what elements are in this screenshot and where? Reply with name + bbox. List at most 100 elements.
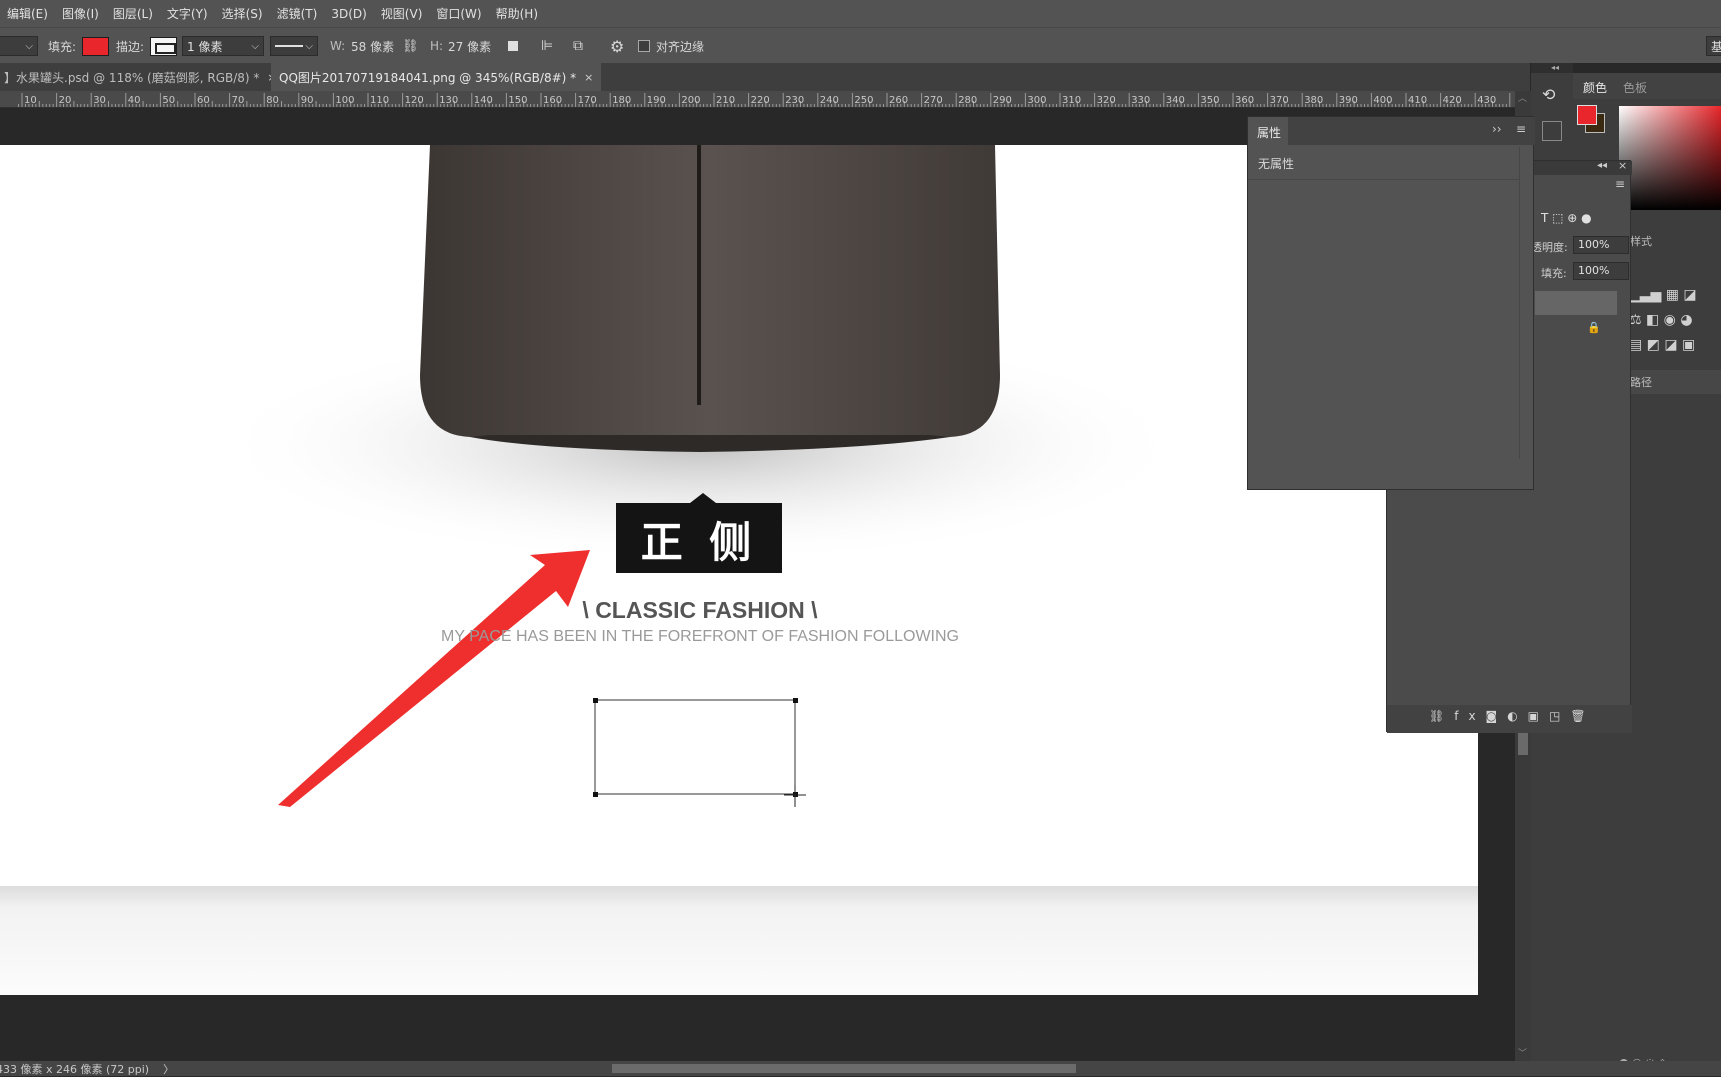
menu-edit[interactable]: 编辑(E) (0, 5, 55, 22)
ruler-label: 330 (1131, 95, 1150, 106)
menu-help[interactable]: 帮助(H) (489, 5, 545, 22)
layer-row[interactable] (1535, 291, 1617, 315)
width-value: 58 像素 (351, 39, 395, 54)
expand-icon[interactable]: ›› (1492, 122, 1502, 136)
tab-doc-1[interactable]: 】水果罐头.psd @ 118% (磨菇倒影, RGB/8) * × (0, 63, 285, 91)
chevron-down-icon: ⌵ (305, 40, 313, 52)
path-alignment-icon[interactable]: ⊫ (541, 28, 553, 64)
ruler-label: 100 (335, 95, 354, 106)
width-label: W: (330, 39, 346, 53)
menu-type[interactable]: 文字(Y) (160, 5, 215, 22)
ruler-label: 40 (128, 95, 141, 106)
stroke-label: 描边: (116, 39, 145, 54)
fill-swatch[interactable] (82, 28, 109, 64)
status-arrow-icon[interactable]: 〉 (163, 1061, 174, 1077)
headline-text: \ CLASSIC FASHION \ (582, 597, 818, 623)
stroke-width-value: 1 像素 (187, 39, 223, 54)
tab-doc-2[interactable]: QQ图片20170719184041.png @ 345%(RGB/8#) * … (271, 63, 602, 91)
horizontal-ruler: 10 20 30 40 50 60 70 80 90 100 110 120 130 140 150 160 1… (0, 91, 1515, 108)
tab-paths[interactable]: 路径 (1630, 374, 1652, 390)
checkbox-box[interactable] (638, 40, 650, 52)
ruler-label: 190 (647, 95, 666, 106)
fill-label: 填充: (48, 39, 77, 54)
color-field[interactable] (1619, 106, 1721, 210)
scroll-up-icon[interactable]: ︿ (1518, 91, 1528, 105)
tab-styles[interactable]: 样式 (1630, 233, 1652, 249)
ruler-label: 240 (820, 95, 839, 106)
close-icon[interactable]: × (584, 71, 593, 84)
lock-icon[interactable]: 🔒 (1587, 321, 1601, 334)
stroke-type-dropdown[interactable]: ⌵ (270, 28, 318, 64)
foreground-color-swatch[interactable] (1577, 105, 1597, 125)
brush-preset-icon[interactable] (1542, 121, 1562, 141)
scroll-down-icon[interactable]: ﹀ (1518, 1046, 1528, 1060)
history-icon[interactable]: ⟲ (1542, 85, 1562, 105)
opacity-field[interactable]: 100% (1573, 236, 1629, 254)
menu-layer[interactable]: 图层(L) (106, 5, 160, 22)
collapse-icon[interactable]: ◂◂ (1551, 63, 1559, 72)
menu-window[interactable]: 窗口(W) (429, 5, 488, 22)
ruler-ticks: 10 20 30 40 50 60 70 80 90 100 110 120 130 140 150 160 1… (18, 93, 1511, 107)
ruler-label: 250 (854, 95, 873, 106)
ruler-label: 350 (1200, 95, 1219, 106)
selection-rectangle[interactable] (593, 698, 806, 807)
path-arrangement-icon[interactable]: ⧉ (573, 28, 583, 64)
no-properties-text: 无属性 (1258, 157, 1295, 171)
layer-action-icons[interactable]: ⛓fx◙◐▣◳🗑 (1429, 709, 1629, 727)
stroke-swatch[interactable] (150, 28, 177, 64)
width-field[interactable]: 58 像素 (351, 28, 394, 64)
workspace-button[interactable]: 基 (1706, 28, 1721, 64)
ruler-label: 10 (24, 95, 37, 106)
tool-mode-dropdown[interactable]: ⌵ (0, 28, 38, 64)
height-value: 27 像素 (448, 39, 492, 54)
ruler-label: 170 (578, 95, 597, 106)
tab-properties[interactable]: 属性 (1257, 124, 1281, 141)
ruler-label: 20 (59, 95, 72, 106)
document-info: 433 像素 x 246 像素 (72 ppi) (0, 1062, 150, 1076)
collapse-icon[interactable]: ◂◂ (1597, 160, 1607, 171)
ruler-label: 120 (405, 95, 424, 106)
tab-color[interactable]: 颜色 (1583, 79, 1607, 96)
ruler-label: 290 (993, 95, 1012, 106)
fill-field[interactable]: 100% (1573, 262, 1629, 280)
tab-swatches[interactable]: 色板 (1623, 79, 1647, 96)
path-operations-icon[interactable] (508, 28, 518, 64)
menu-image[interactable]: 图像(I) (55, 5, 106, 22)
height-field[interactable]: 27 像素 (448, 28, 491, 64)
ruler-label: 180 (612, 95, 631, 106)
ruler-label: 310 (1062, 95, 1081, 106)
gear-icon[interactable]: ⚙ (610, 28, 624, 64)
ruler-label: 220 (751, 95, 770, 106)
ruler-label: 70 (232, 95, 245, 106)
ruler-label: 400 (1373, 95, 1392, 106)
menu-select[interactable]: 选择(S) (215, 5, 270, 22)
horizontal-scroll-thumb[interactable] (612, 1064, 1076, 1073)
align-edges-checkbox[interactable]: 对齐边缘 (638, 28, 704, 64)
ruler-label: 360 (1235, 95, 1254, 106)
ruler-label: 110 (370, 95, 389, 106)
menu-3d[interactable]: 3D(D) (324, 7, 373, 21)
stroke-width-dropdown[interactable]: 1 像素 ⌵ (182, 28, 264, 64)
panel-menu-icon[interactable]: ≡ (1516, 122, 1526, 136)
ruler-label: 130 (439, 95, 458, 106)
close-icon[interactable]: × (1618, 159, 1627, 172)
menu-bar: 编辑(E) 图像(I) 图层(L) 文字(Y) 选择(S) 滤镜(T) 3D(D… (0, 0, 1721, 27)
properties-panel: 属性 ›› ≡ 无属性 (1247, 116, 1535, 490)
menu-filter[interactable]: 滤镜(T) (270, 5, 325, 22)
height-label: H: (430, 39, 444, 53)
panel-menu-icon[interactable]: ≡ (1615, 177, 1625, 191)
badge-text: 正 侧 (640, 517, 758, 567)
scroll-thumb[interactable] (1518, 731, 1528, 755)
tab-doc-1-label: 】水果罐头.psd @ 118% (磨菇倒影, RGB/8) * (4, 70, 260, 85)
fill-label: 填充: (1541, 267, 1567, 280)
subline-text: MY PACE HAS BEEN IN THE FOREFRONT OF FAS… (441, 628, 959, 645)
workspace-label: 基 (1711, 39, 1721, 54)
adjustments-icons[interactable]: ▁▃▅ ▦ ◪ ⚖ ◧ ◉ ◕ ▤ ◩ ◪ ▣ (1629, 283, 1721, 363)
ruler-label: 380 (1304, 95, 1323, 106)
link-icon[interactable]: ⛓ (402, 28, 419, 64)
layer-filter-icons[interactable]: T ⬚ ⊕ ● (1541, 211, 1631, 227)
ruler-label: 50 (162, 95, 175, 106)
menu-view[interactable]: 视图(V) (374, 5, 430, 22)
opacity-label: 透明度: (1531, 241, 1568, 254)
chevron-down-icon: ⌵ (25, 40, 33, 52)
